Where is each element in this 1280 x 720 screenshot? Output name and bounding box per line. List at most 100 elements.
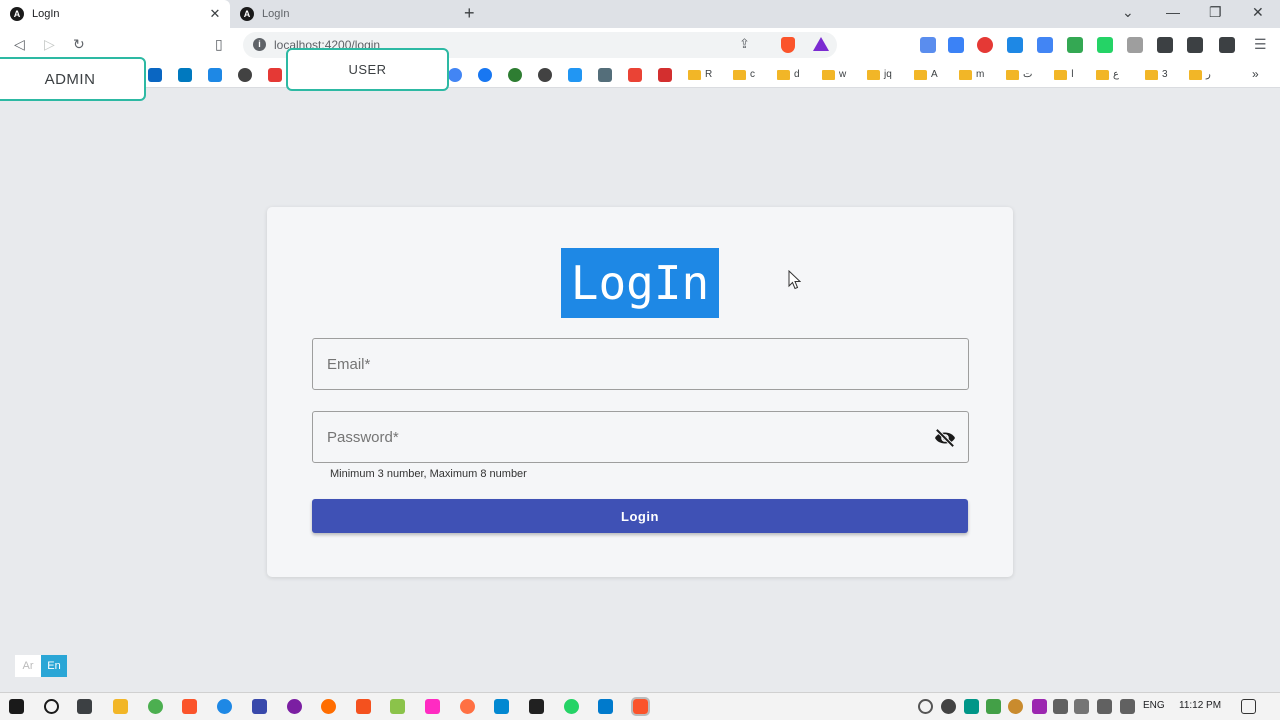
extension-icon[interactable] bbox=[1127, 37, 1143, 53]
chrome-icon[interactable] bbox=[148, 699, 163, 714]
bookmark-folder[interactable]: d bbox=[777, 69, 800, 80]
network-icon[interactable] bbox=[1097, 699, 1112, 714]
flag-icon[interactable] bbox=[208, 68, 222, 82]
windows-start-icon[interactable] bbox=[9, 699, 24, 714]
tray-icon[interactable] bbox=[941, 699, 956, 714]
more-bookmarks-icon[interactable]: » bbox=[1252, 67, 1259, 81]
minimize-icon[interactable]: — bbox=[1166, 4, 1180, 20]
vscode-icon[interactable] bbox=[598, 699, 613, 714]
bookmark-site-icon[interactable] bbox=[268, 68, 282, 82]
bookmark-icon[interactable]: ▯ bbox=[215, 36, 223, 53]
wallet-icon[interactable] bbox=[1219, 37, 1235, 53]
whatsapp-icon[interactable] bbox=[1097, 37, 1113, 53]
bookmark-site-icon[interactable] bbox=[508, 68, 522, 82]
tab-login-active[interactable]: A LogIn ✕ bbox=[0, 0, 230, 28]
sidebar-icon[interactable] bbox=[1187, 37, 1203, 53]
email-input[interactable] bbox=[313, 339, 968, 389]
firefox-icon[interactable] bbox=[217, 699, 232, 714]
password-field[interactable] bbox=[312, 411, 969, 463]
bookmark-folder[interactable]: c bbox=[733, 69, 755, 80]
notifications-icon[interactable] bbox=[1241, 699, 1256, 714]
bookmark-folder[interactable]: R bbox=[688, 69, 712, 80]
app-icon[interactable] bbox=[252, 699, 267, 714]
tray-icon[interactable] bbox=[918, 699, 933, 714]
user-button[interactable]: USER bbox=[286, 48, 449, 91]
facebook-icon[interactable] bbox=[478, 68, 492, 82]
admin-button[interactable]: ADMIN bbox=[0, 57, 146, 101]
app-icon[interactable] bbox=[460, 699, 475, 714]
input-language[interactable]: ENG bbox=[1143, 700, 1165, 711]
linkedin-icon[interactable] bbox=[148, 68, 162, 82]
brave-shield-icon[interactable] bbox=[781, 37, 795, 53]
tab-login-inactive[interactable]: A LogIn bbox=[230, 0, 452, 28]
language-option-en[interactable]: En bbox=[41, 655, 67, 677]
bookmark-site-icon[interactable] bbox=[238, 68, 252, 82]
bookmark-folder[interactable]: ع bbox=[1096, 69, 1119, 80]
bookmark-folder[interactable]: m bbox=[959, 69, 984, 80]
google-icon[interactable] bbox=[448, 68, 462, 82]
bookmark-site-icon[interactable] bbox=[568, 68, 582, 82]
bookmark-folder[interactable]: ر bbox=[1189, 69, 1211, 80]
visibility-off-icon[interactable] bbox=[934, 428, 956, 448]
volume-icon[interactable] bbox=[1120, 699, 1135, 714]
trello-icon[interactable] bbox=[178, 68, 192, 82]
menu-icon[interactable]: ☰ bbox=[1254, 36, 1267, 53]
whatsapp-icon[interactable] bbox=[564, 699, 579, 714]
bookmark-folder[interactable]: 3 bbox=[1145, 69, 1168, 80]
bookmark-folder[interactable]: A bbox=[914, 69, 938, 80]
bookmark-site-icon[interactable] bbox=[598, 68, 612, 82]
clock[interactable]: 11:12 PM bbox=[1179, 700, 1221, 711]
battery-icon[interactable] bbox=[1053, 699, 1068, 714]
close-window-icon[interactable]: ✕ bbox=[1252, 4, 1264, 21]
app-icon[interactable] bbox=[390, 699, 405, 714]
translate-icon[interactable] bbox=[1037, 37, 1053, 53]
chevron-down-icon[interactable]: ⌄ bbox=[1122, 4, 1134, 21]
brave-icon[interactable] bbox=[182, 699, 197, 714]
password-input[interactable] bbox=[313, 412, 968, 462]
extension-icon[interactable] bbox=[920, 37, 936, 53]
forward-icon[interactable]: ▷ bbox=[44, 36, 55, 53]
puzzle-icon[interactable] bbox=[1157, 37, 1173, 53]
folder-icon bbox=[1189, 69, 1202, 80]
app-icon[interactable] bbox=[356, 699, 371, 714]
email-field[interactable] bbox=[312, 338, 969, 390]
extension-icon[interactable] bbox=[948, 37, 964, 53]
tray-icon[interactable] bbox=[1074, 699, 1089, 714]
bookmark-site-icon[interactable] bbox=[538, 68, 552, 82]
share-icon[interactable]: ⇪ bbox=[739, 36, 750, 52]
search-icon[interactable] bbox=[44, 699, 59, 714]
file-explorer-icon[interactable] bbox=[113, 699, 128, 714]
tray-icon[interactable] bbox=[1008, 699, 1023, 714]
huawei-icon[interactable] bbox=[658, 68, 672, 82]
mail-icon[interactable] bbox=[494, 699, 509, 714]
brave-icon[interactable] bbox=[631, 697, 650, 716]
app-icon[interactable] bbox=[529, 699, 544, 714]
gmail-icon[interactable] bbox=[628, 68, 642, 82]
tray-icon[interactable] bbox=[1032, 699, 1047, 714]
folder-icon bbox=[914, 69, 927, 80]
back-icon[interactable]: ◁ bbox=[14, 36, 25, 53]
task-view-icon[interactable] bbox=[77, 699, 92, 714]
info-icon[interactable]: i bbox=[253, 38, 266, 51]
language-option-ar[interactable]: Ar bbox=[15, 655, 41, 677]
extension-icon[interactable] bbox=[1067, 37, 1083, 53]
bookmark-folder[interactable]: w bbox=[822, 69, 846, 80]
tray-icon[interactable] bbox=[964, 699, 979, 714]
tray-icon[interactable] bbox=[986, 699, 1001, 714]
reload-icon[interactable]: ↻ bbox=[73, 36, 85, 53]
adobe-xd-icon[interactable] bbox=[425, 699, 440, 714]
folder-icon bbox=[688, 69, 701, 80]
download-icon[interactable] bbox=[1007, 37, 1023, 53]
login-button[interactable]: Login bbox=[312, 499, 968, 533]
bookmark-folder[interactable]: ا bbox=[1054, 69, 1074, 80]
app-icon[interactable] bbox=[321, 699, 336, 714]
restore-icon[interactable]: ❐ bbox=[1209, 4, 1222, 21]
app-icon[interactable] bbox=[287, 699, 302, 714]
close-icon[interactable]: ✕ bbox=[206, 6, 224, 22]
brave-rewards-icon[interactable] bbox=[813, 37, 829, 51]
new-tab-button[interactable]: + bbox=[464, 3, 475, 24]
bookmark-folder[interactable]: ت bbox=[1006, 69, 1032, 80]
extension-icon[interactable] bbox=[977, 37, 993, 53]
bookmark-folder[interactable]: jq bbox=[867, 69, 892, 80]
page-title: LogIn bbox=[561, 248, 719, 318]
